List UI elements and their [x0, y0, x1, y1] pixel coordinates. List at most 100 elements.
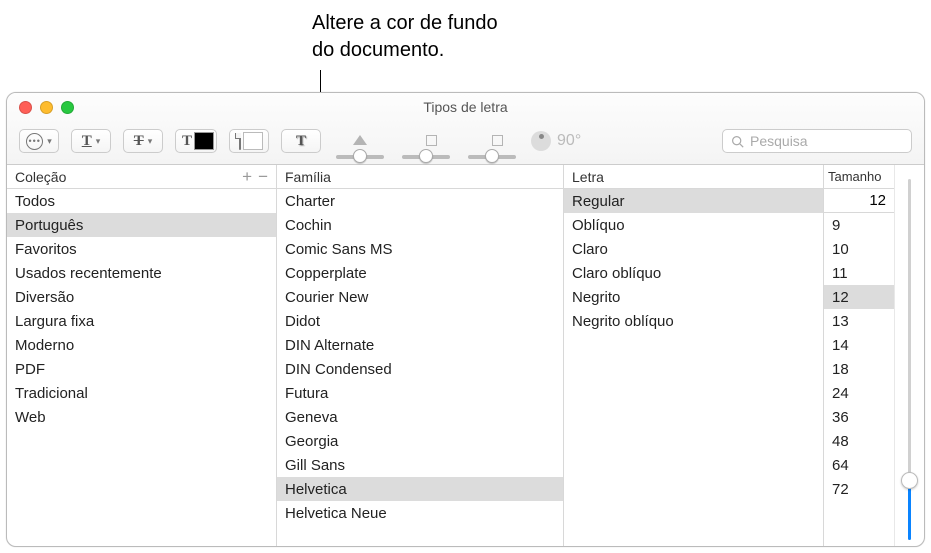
- list-item[interactable]: 14: [824, 333, 894, 357]
- list-item[interactable]: Moderno: [7, 333, 276, 357]
- callout-line-2: do documento.: [312, 37, 498, 64]
- window-controls: [19, 101, 74, 114]
- toolbar: ••• ▾ T ▾ T ▾ T: [19, 123, 912, 159]
- list-item[interactable]: Helvetica Neue: [277, 501, 563, 525]
- list-item[interactable]: 10: [824, 237, 894, 261]
- fonts-window: Tipos de letra ••• ▾ T ▾ T ▾ T: [6, 92, 925, 547]
- callout-line-1: Altere a cor de fundo: [312, 10, 498, 37]
- list-item[interactable]: Cochin: [277, 213, 563, 237]
- shadow-opacity-slider[interactable]: [333, 123, 387, 159]
- search-icon: [731, 135, 744, 148]
- list-item[interactable]: 72: [824, 477, 894, 501]
- size-list[interactable]: 91011121314182436486472: [824, 213, 894, 546]
- list-item[interactable]: Comic Sans MS: [277, 237, 563, 261]
- typeface-list[interactable]: RegularOblíquoClaroClaro oblíquoNegritoN…: [564, 189, 823, 546]
- size-slider-fill: [908, 486, 911, 540]
- size-slider-thumb[interactable]: [901, 472, 918, 489]
- slider-thumb[interactable]: [485, 149, 499, 163]
- text-color-swatch: [194, 132, 214, 150]
- add-collection-button[interactable]: +: [242, 167, 252, 187]
- document-color-button[interactable]: [229, 129, 269, 153]
- list-item[interactable]: 64: [824, 453, 894, 477]
- list-item[interactable]: Todos: [7, 189, 276, 213]
- text-shadow-button[interactable]: T: [281, 129, 321, 153]
- shadow-offset-slider[interactable]: [465, 123, 519, 159]
- list-item[interactable]: DIN Alternate: [277, 333, 563, 357]
- zoom-button[interactable]: [61, 101, 74, 114]
- list-item[interactable]: 36: [824, 405, 894, 429]
- list-item[interactable]: Usados recentemente: [7, 261, 276, 285]
- shadow-icon: T: [296, 133, 306, 150]
- list-item[interactable]: DIN Condensed: [277, 357, 563, 381]
- shadow-angle-control[interactable]: 90°: [531, 131, 581, 151]
- list-item[interactable]: 13: [824, 309, 894, 333]
- triangle-marker-icon: [353, 135, 367, 145]
- list-item[interactable]: Web: [7, 405, 276, 429]
- angle-text: 90°: [557, 132, 581, 150]
- list-item[interactable]: Negrito oblíquo: [564, 309, 823, 333]
- underline-icon: T: [82, 133, 92, 150]
- list-item[interactable]: Charter: [277, 189, 563, 213]
- strikethrough-button[interactable]: T ▾: [123, 129, 163, 153]
- family-list[interactable]: CharterCochinComic Sans MSCopperplateCou…: [277, 189, 563, 546]
- content-area: Coleção + − TodosPortuguêsFavoritosUsado…: [7, 165, 924, 546]
- list-item[interactable]: Didot: [277, 309, 563, 333]
- list-item[interactable]: Claro oblíquo: [564, 261, 823, 285]
- search-placeholder: Pesquisa: [750, 133, 808, 149]
- list-item[interactable]: 48: [824, 429, 894, 453]
- chevron-down-icon: ▾: [47, 136, 52, 147]
- document-color-swatch: [243, 132, 263, 150]
- collection-header-label: Coleção: [15, 169, 66, 185]
- list-item[interactable]: Courier New: [277, 285, 563, 309]
- typeface-header: Letra: [564, 165, 823, 189]
- search-field[interactable]: Pesquisa: [722, 129, 912, 153]
- text-color-button[interactable]: T: [175, 129, 217, 153]
- list-item[interactable]: Helvetica: [277, 477, 563, 501]
- text-color-icon: T: [182, 133, 192, 150]
- list-item[interactable]: Copperplate: [277, 261, 563, 285]
- minimize-button[interactable]: [40, 101, 53, 114]
- size-column: Tamanho 91011121314182436486472: [824, 165, 924, 546]
- list-item[interactable]: Diversão: [7, 285, 276, 309]
- list-item[interactable]: Georgia: [277, 429, 563, 453]
- list-item[interactable]: Oblíquo: [564, 213, 823, 237]
- list-item[interactable]: 18: [824, 357, 894, 381]
- list-item[interactable]: Largura fixa: [7, 309, 276, 333]
- ellipsis-circle-icon: •••: [26, 133, 43, 150]
- collection-column: Coleção + − TodosPortuguêsFavoritosUsado…: [7, 165, 277, 546]
- list-item[interactable]: 11: [824, 261, 894, 285]
- list-item[interactable]: Português: [7, 213, 276, 237]
- underline-button[interactable]: T ▾: [71, 129, 111, 153]
- list-item[interactable]: Claro: [564, 237, 823, 261]
- size-header-label: Tamanho: [828, 169, 881, 184]
- slider-thumb[interactable]: [419, 149, 433, 163]
- list-item[interactable]: Futura: [277, 381, 563, 405]
- remove-collection-button[interactable]: −: [258, 167, 268, 187]
- list-item[interactable]: PDF: [7, 357, 276, 381]
- document-icon: [239, 134, 241, 149]
- typeface-header-label: Letra: [572, 169, 604, 185]
- close-button[interactable]: [19, 101, 32, 114]
- size-slider-track: [908, 179, 911, 540]
- actions-menu-button[interactable]: ••• ▾: [19, 129, 59, 153]
- list-item[interactable]: Gill Sans: [277, 453, 563, 477]
- size-input[interactable]: [824, 192, 894, 209]
- list-item[interactable]: 9: [824, 213, 894, 237]
- list-item[interactable]: Regular: [564, 189, 823, 213]
- family-header: Família: [277, 165, 563, 189]
- collection-list[interactable]: TodosPortuguêsFavoritosUsados recentemen…: [7, 189, 276, 546]
- chevron-down-icon: ▾: [96, 136, 101, 147]
- list-item[interactable]: 12: [824, 285, 894, 309]
- list-item[interactable]: Negrito: [564, 285, 823, 309]
- chevron-down-icon: ▾: [148, 136, 153, 147]
- list-item[interactable]: 24: [824, 381, 894, 405]
- titlebar: Tipos de letra ••• ▾ T ▾ T ▾ T: [7, 93, 924, 165]
- list-item[interactable]: Geneva: [277, 405, 563, 429]
- window-title: Tipos de letra: [423, 99, 507, 115]
- list-item[interactable]: Favoritos: [7, 237, 276, 261]
- slider-thumb[interactable]: [353, 149, 367, 163]
- list-item[interactable]: Tradicional: [7, 381, 276, 405]
- size-slider[interactable]: [894, 165, 924, 546]
- shadow-blur-slider[interactable]: [399, 123, 453, 159]
- angle-dial-icon[interactable]: [531, 131, 551, 151]
